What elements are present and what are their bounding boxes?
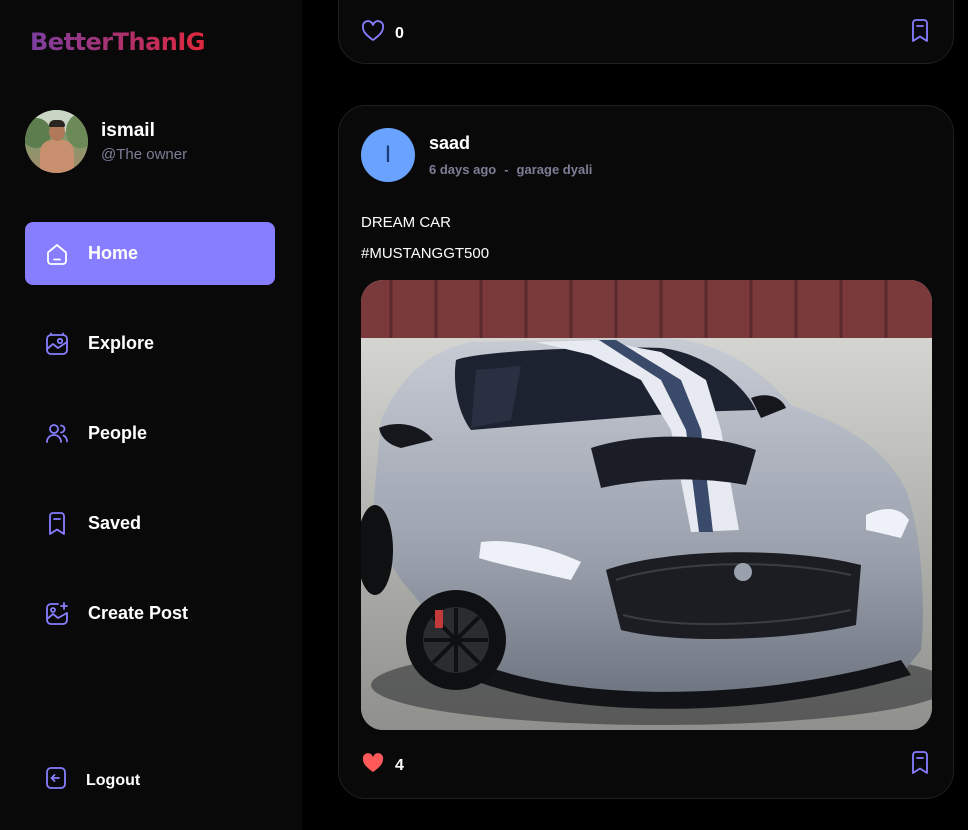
- bookmark-icon: [44, 511, 70, 537]
- post-card: 0: [338, 0, 954, 64]
- caption-line: DREAM CAR: [361, 214, 452, 231]
- left-sidebar: BetterThanIG ismail @The owner Home Expl…: [0, 0, 302, 830]
- post-time: 6 days ago: [429, 162, 497, 177]
- caption-hashtags: #MUSTANGGT500: [361, 245, 490, 262]
- author-avatar[interactable]: I: [361, 128, 415, 182]
- like-count: 0: [395, 24, 404, 42]
- like-button[interactable]: 4: [361, 752, 404, 779]
- save-button[interactable]: [909, 751, 931, 780]
- post-author[interactable]: saad: [429, 133, 592, 154]
- post-actions: 0: [361, 19, 931, 48]
- sidebar-item-label: Create Post: [88, 603, 189, 623]
- sidebar-item-people[interactable]: People: [25, 402, 275, 465]
- home-icon: [44, 241, 70, 267]
- post-header: I saad 6 days ago - garage dyali: [361, 128, 592, 182]
- sidebar-item-label: Home: [88, 243, 139, 263]
- sidebar-item-create-post[interactable]: Create Post: [25, 582, 275, 645]
- app: BetterThanIG ismail @The owner Home Expl…: [0, 0, 968, 830]
- profile-handle: @The owner: [101, 146, 188, 163]
- sidebar-item-label: People: [88, 423, 148, 443]
- heart-outline-icon: [361, 20, 385, 47]
- gallery-icon: [44, 331, 70, 357]
- post-card: I saad 6 days ago - garage dyali DREAM CAR…: [338, 105, 954, 799]
- sidebar-item-label: Saved: [88, 513, 142, 533]
- post-location: garage dyali: [516, 162, 593, 177]
- like-count: 4: [395, 756, 404, 774]
- like-button[interactable]: 0: [361, 20, 404, 47]
- people-icon: [44, 421, 70, 447]
- sidebar-item-label: Explore: [88, 333, 155, 353]
- app-logo[interactable]: BetterThanIG: [30, 28, 206, 56]
- post-caption: DREAM CAR #MUSTANGGT500: [361, 207, 489, 269]
- avatar[interactable]: [25, 110, 88, 173]
- heart-filled-icon: [361, 752, 385, 779]
- sidebar-item-explore[interactable]: Explore: [25, 312, 275, 375]
- sidebar-item-saved[interactable]: Saved: [25, 492, 275, 555]
- save-button[interactable]: [909, 19, 931, 48]
- profile-name: ismail: [101, 120, 155, 141]
- post-image[interactable]: [361, 280, 932, 730]
- bookmark-icon: [909, 19, 931, 48]
- logout-label: Logout: [86, 771, 141, 789]
- sidebar-nav: Home Explore People Saved Create Post: [25, 222, 275, 672]
- meta-separator: -: [504, 162, 509, 177]
- profile-summary[interactable]: ismail @The owner: [25, 110, 187, 173]
- add-image-icon: [44, 601, 70, 627]
- logout-icon: [44, 766, 68, 795]
- bookmark-icon: [909, 751, 931, 780]
- post-actions: 4: [361, 751, 931, 780]
- sidebar-item-home[interactable]: Home: [25, 222, 275, 285]
- logout-button[interactable]: Logout: [44, 766, 140, 795]
- post-meta: 6 days ago - garage dyali: [429, 162, 592, 177]
